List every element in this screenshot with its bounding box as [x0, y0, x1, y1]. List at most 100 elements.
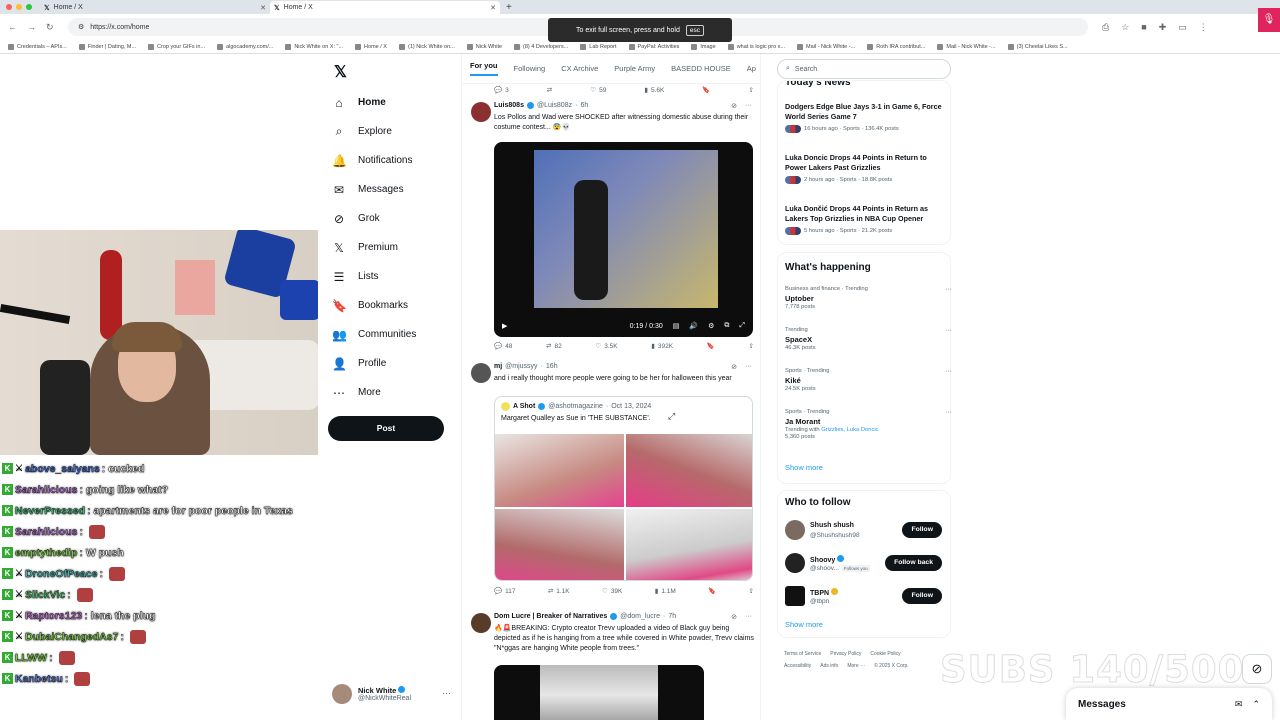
reply-button[interactable]: 💬 117	[494, 587, 515, 596]
author-name[interactable]: Luis808s	[494, 102, 524, 109]
more-icon[interactable]: ···	[945, 286, 952, 293]
feed-tab[interactable]: BASEDD HOUSE	[671, 64, 731, 73]
chat-username[interactable]: Kanbetsu	[15, 672, 63, 684]
show-more-link[interactable]: Show more	[785, 463, 823, 472]
repost-button[interactable]: ⇄	[547, 84, 552, 96]
bookmark-item[interactable]: Nick White	[466, 43, 502, 50]
follow-back-button[interactable]: Follow back	[885, 555, 942, 571]
feed-tab[interactable]: CX Archive	[561, 64, 598, 73]
sidebar-item-premium[interactable]: 𝕏 Premium	[332, 233, 472, 262]
chat-username[interactable]: DroneOfPeace	[25, 567, 98, 579]
trend-item[interactable]: Sports · Trending Kiké 24.5K posts ···	[785, 368, 952, 392]
sidebar-icon[interactable]: ▭	[1178, 22, 1187, 33]
bookmark-item[interactable]: Image	[691, 43, 716, 50]
captions-icon[interactable]: ▤	[673, 322, 680, 330]
bookmark-button[interactable]: 🔖	[702, 84, 710, 96]
bookmark-item[interactable]: Mail - Nick White -...	[796, 43, 855, 50]
volume-icon[interactable]: 🔊	[689, 322, 698, 330]
repost-button[interactable]: ⇄ 82	[546, 342, 562, 351]
more-icon[interactable]: ···	[442, 688, 451, 698]
footer-link[interactable]: Accessibility	[784, 663, 811, 669]
follow-suggestion[interactable]: Shoovy @shoov... Follows you Follow back	[785, 553, 950, 579]
photo[interactable]	[625, 434, 752, 507]
sidebar-item-bookmarks[interactable]: 🔖 Bookmarks	[332, 291, 472, 320]
pip-icon[interactable]: ⧉	[724, 322, 729, 330]
avatar[interactable]	[471, 102, 491, 122]
close-tab-icon[interactable]: ✕	[490, 4, 496, 12]
bookmark-button[interactable]: 🔖	[708, 587, 716, 595]
star-icon[interactable]: ☆	[1121, 22, 1129, 33]
trending-with-links[interactable]: Grizzlies, Luka Doncic	[821, 427, 878, 433]
bookmark-item[interactable]: Nick White on X: "...	[285, 43, 343, 50]
grok-icon[interactable]: ⊘	[731, 363, 737, 371]
reply-button[interactable]: 💬 3	[494, 84, 509, 96]
chat-username[interactable]: emptythedip	[15, 546, 78, 558]
more-icon[interactable]: ···	[945, 327, 952, 334]
footer-link[interactable]: Privacy Policy	[830, 651, 861, 657]
chat-username[interactable]: Sarahlicious	[15, 483, 78, 495]
sidebar-item-notifications[interactable]: 🔔 Notifications	[332, 146, 472, 175]
tweet-time[interactable]: 7h	[668, 613, 676, 620]
avatar[interactable]	[471, 363, 491, 383]
chat-username[interactable]: above_salyans	[25, 462, 100, 474]
microphone-icon[interactable]: 🎙	[1258, 8, 1280, 32]
bookmark-item[interactable]: Credentials – APIs...	[8, 43, 67, 50]
news-item[interactable]: Luka Doncic Drops 44 Points in Return to…	[785, 153, 945, 184]
avatar[interactable]	[785, 586, 805, 606]
sidebar-item-more[interactable]: ⋯ More	[332, 378, 472, 407]
minimize-window-button[interactable]	[16, 4, 22, 10]
chat-username[interactable]: LLWW	[15, 651, 47, 663]
share-button[interactable]: ⇪	[749, 587, 754, 595]
post-button[interactable]: Post	[328, 416, 444, 441]
grok-icon[interactable]: ⊘	[731, 613, 737, 621]
bookmark-item[interactable]: Mail - Nick White -...	[937, 43, 996, 50]
extension-icon[interactable]: ■	[1141, 22, 1146, 33]
follow-suggestion[interactable]: Shush shush @Shushshush98 Follow	[785, 520, 950, 546]
expand-icon[interactable]: ⌃	[1252, 699, 1260, 710]
trend-item[interactable]: Trending SpaceX 46.3K posts ···	[785, 327, 952, 351]
views-button[interactable]: ▮ 1.1M	[655, 587, 676, 596]
more-icon[interactable]: ···	[945, 368, 952, 375]
trend-item[interactable]: Business and finance · Trending Uptober …	[785, 286, 952, 310]
tweet[interactable]: mj @mjussyy · 16h ⊘ ··· and i really thou…	[462, 363, 760, 608]
bookmark-item[interactable]: what is logic pro x...	[727, 43, 785, 50]
chat-username[interactable]: Raptors123	[25, 609, 83, 621]
more-icon[interactable]: ···	[745, 102, 752, 110]
sidebar-item-profile[interactable]: 👤 Profile	[332, 349, 472, 378]
avatar[interactable]	[785, 520, 805, 540]
sidebar-item-grok[interactable]: ⊘ Grok	[332, 204, 472, 233]
feed-tab[interactable]: Ap	[747, 64, 756, 73]
close-tab-icon[interactable]: ✕	[260, 4, 266, 12]
author-name[interactable]: mj	[494, 363, 502, 370]
fullscreen-icon[interactable]: ⤢	[739, 322, 745, 330]
tweet-time[interactable]: 16h	[546, 363, 558, 370]
tweet[interactable]: Dom Lucre | Breaker of Narratives @dom_l…	[462, 613, 760, 720]
forward-icon[interactable]: →	[27, 22, 36, 33]
x-logo-icon[interactable]: 𝕏	[334, 62, 347, 82]
settings-icon[interactable]: ⚙	[708, 322, 714, 330]
footer-link[interactable]: Terms of Service	[784, 651, 821, 657]
sidebar-item-communities[interactable]: 👥 Communities	[332, 320, 472, 349]
footer-link[interactable]: More ···	[847, 663, 865, 669]
bookmark-button[interactable]: 🔖	[707, 342, 715, 350]
new-tab-icon[interactable]: +	[506, 2, 512, 13]
bookmark-item[interactable]: (8) 4 Developers...	[514, 43, 568, 50]
author-handle[interactable]: @Luis808z	[537, 102, 572, 109]
avatar[interactable]	[471, 613, 491, 633]
like-button[interactable]: ♡ 3.5K	[595, 342, 617, 351]
share-button[interactable]: ⇪	[749, 84, 754, 96]
compose-message-icon[interactable]: ✉	[1235, 699, 1243, 710]
grok-icon[interactable]: ⊘	[1242, 654, 1272, 684]
more-icon[interactable]: ···	[745, 363, 752, 371]
browser-tab-2[interactable]: 𝕏 Home / X ✕	[270, 1, 500, 14]
browser-tab-1[interactable]: 𝕏 Home / X ✕	[40, 1, 270, 14]
quote-tweet[interactable]: A Shot @ashotmagazine · Oct 13, 2024 Mar…	[494, 396, 753, 581]
bookmark-item[interactable]: Crop your GIFs in...	[148, 43, 205, 50]
follow-button[interactable]: Follow	[902, 588, 942, 604]
chat-username[interactable]: SlickVic	[25, 588, 65, 600]
avatar[interactable]	[785, 553, 805, 573]
bookmark-item[interactable]: PayPal: Activities	[628, 43, 679, 50]
chat-username[interactable]: DubaiChangedAs7	[25, 630, 119, 642]
puzzle-icon[interactable]: ✚	[1159, 22, 1167, 33]
more-icon[interactable]: ···	[945, 409, 952, 416]
